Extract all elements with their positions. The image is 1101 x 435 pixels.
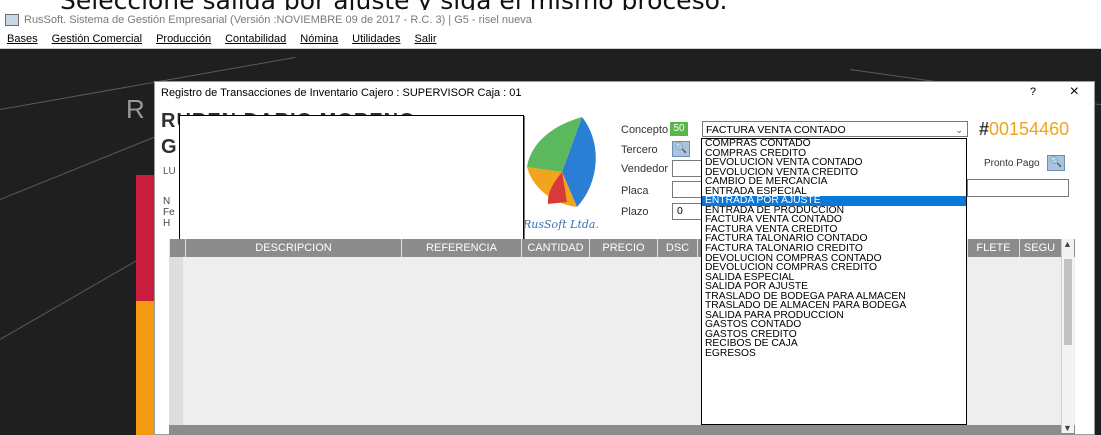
dropdown-option[interactable]: EGRESOS xyxy=(702,349,966,359)
company-name-line2: G xyxy=(161,136,177,158)
pronto-pago-search-icon[interactable]: 🔍 xyxy=(1047,155,1065,171)
plazo-label: Plazo xyxy=(621,206,649,218)
grid-col-precio[interactable]: PRECIO xyxy=(589,239,657,257)
dialog-titlebar: Registro de Transacciones de Inventario … xyxy=(155,82,1094,104)
app-titlebar: RusSoft. Sistema de Gestión Empresarial … xyxy=(0,10,1101,30)
grid-col-handle xyxy=(169,239,185,257)
scroll-down-icon[interactable]: ▼ xyxy=(1063,423,1072,433)
menu-salir[interactable]: Salir xyxy=(407,33,443,45)
concepto-label: Concepto xyxy=(621,124,669,136)
grid-col-cantidad[interactable]: CANTIDAD xyxy=(521,239,589,257)
scroll-up-icon[interactable]: ▲ xyxy=(1063,239,1072,249)
scroll-thumb[interactable] xyxy=(1064,259,1072,345)
grid-col-descripcion[interactable]: DESCRIPCION xyxy=(185,239,401,257)
app-window-icon xyxy=(5,14,19,26)
menubar: Bases Gestión Comercial Producción Conta… xyxy=(0,30,1101,49)
fecha-label: Fe xyxy=(163,207,175,218)
menu-nomina[interactable]: Nómina xyxy=(293,33,345,45)
grid-col-referencia[interactable]: REFERENCIA xyxy=(401,239,521,257)
grid-col-dsc[interactable]: DSC xyxy=(657,239,697,257)
grid-footer xyxy=(169,425,1075,435)
document-number-value: 00154460 xyxy=(989,119,1070,139)
vendedor-label: Vendedor xyxy=(621,163,669,175)
app-title: RusSoft. Sistema de Gestión Empresarial … xyxy=(24,14,532,26)
help-button[interactable]: ? xyxy=(1030,86,1036,98)
document-number-hash: # xyxy=(979,119,990,139)
chevron-down-icon[interactable]: ⌄ xyxy=(955,122,963,138)
concepto-dropdown-list[interactable]: COMPRAS CONTADO COMPRAS CREDITO DEVOLUCION… xyxy=(701,138,967,425)
concepto-code: 50 xyxy=(670,122,688,136)
pronto-pago-field[interactable] xyxy=(967,179,1069,197)
document-number: #00154460 xyxy=(979,119,1069,140)
grid-col-flete[interactable]: FLETE xyxy=(967,239,1019,257)
placa-label: Placa xyxy=(621,185,649,197)
russoft-logo-icon xyxy=(527,117,596,207)
plazo-field[interactable]: 0 xyxy=(672,203,702,220)
vendedor-field[interactable] xyxy=(672,160,702,177)
decorative-red-block xyxy=(136,175,156,321)
close-button[interactable]: × xyxy=(1070,83,1079,101)
menu-gestion-comercial[interactable]: Gestión Comercial xyxy=(45,33,149,45)
grid-scrollbar[interactable]: ▲ ▼ xyxy=(1061,239,1074,433)
background-letter: R xyxy=(126,94,145,124)
concepto-select-value: FACTURA VENTA CONTADO xyxy=(706,124,846,136)
company-address: LU xyxy=(163,166,176,177)
concepto-select[interactable]: FACTURA VENTA CONTADO ⌄ xyxy=(702,121,968,137)
pronto-pago-label: Pronto Pago xyxy=(984,158,1040,169)
menu-produccion[interactable]: Producción xyxy=(149,33,218,45)
menu-utilidades[interactable]: Utilidades xyxy=(345,33,407,45)
tercero-search-icon[interactable]: 🔍 xyxy=(672,141,690,157)
dialog-title: Registro de Transacciones de Inventario … xyxy=(161,87,522,99)
menu-contabilidad[interactable]: Contabilidad xyxy=(218,33,293,45)
decorative-orange-block xyxy=(136,301,156,435)
grid-col-segu[interactable]: SEGU xyxy=(1019,239,1059,257)
logo-text: RusSoft Ltda. xyxy=(523,218,599,231)
header-labels: N Fe H xyxy=(163,196,175,229)
placa-field[interactable] xyxy=(672,181,702,198)
menu-bases[interactable]: Bases xyxy=(0,33,45,45)
nit-label: N xyxy=(163,196,171,207)
hora-label: H xyxy=(163,218,171,229)
tercero-label: Tercero xyxy=(621,144,658,156)
